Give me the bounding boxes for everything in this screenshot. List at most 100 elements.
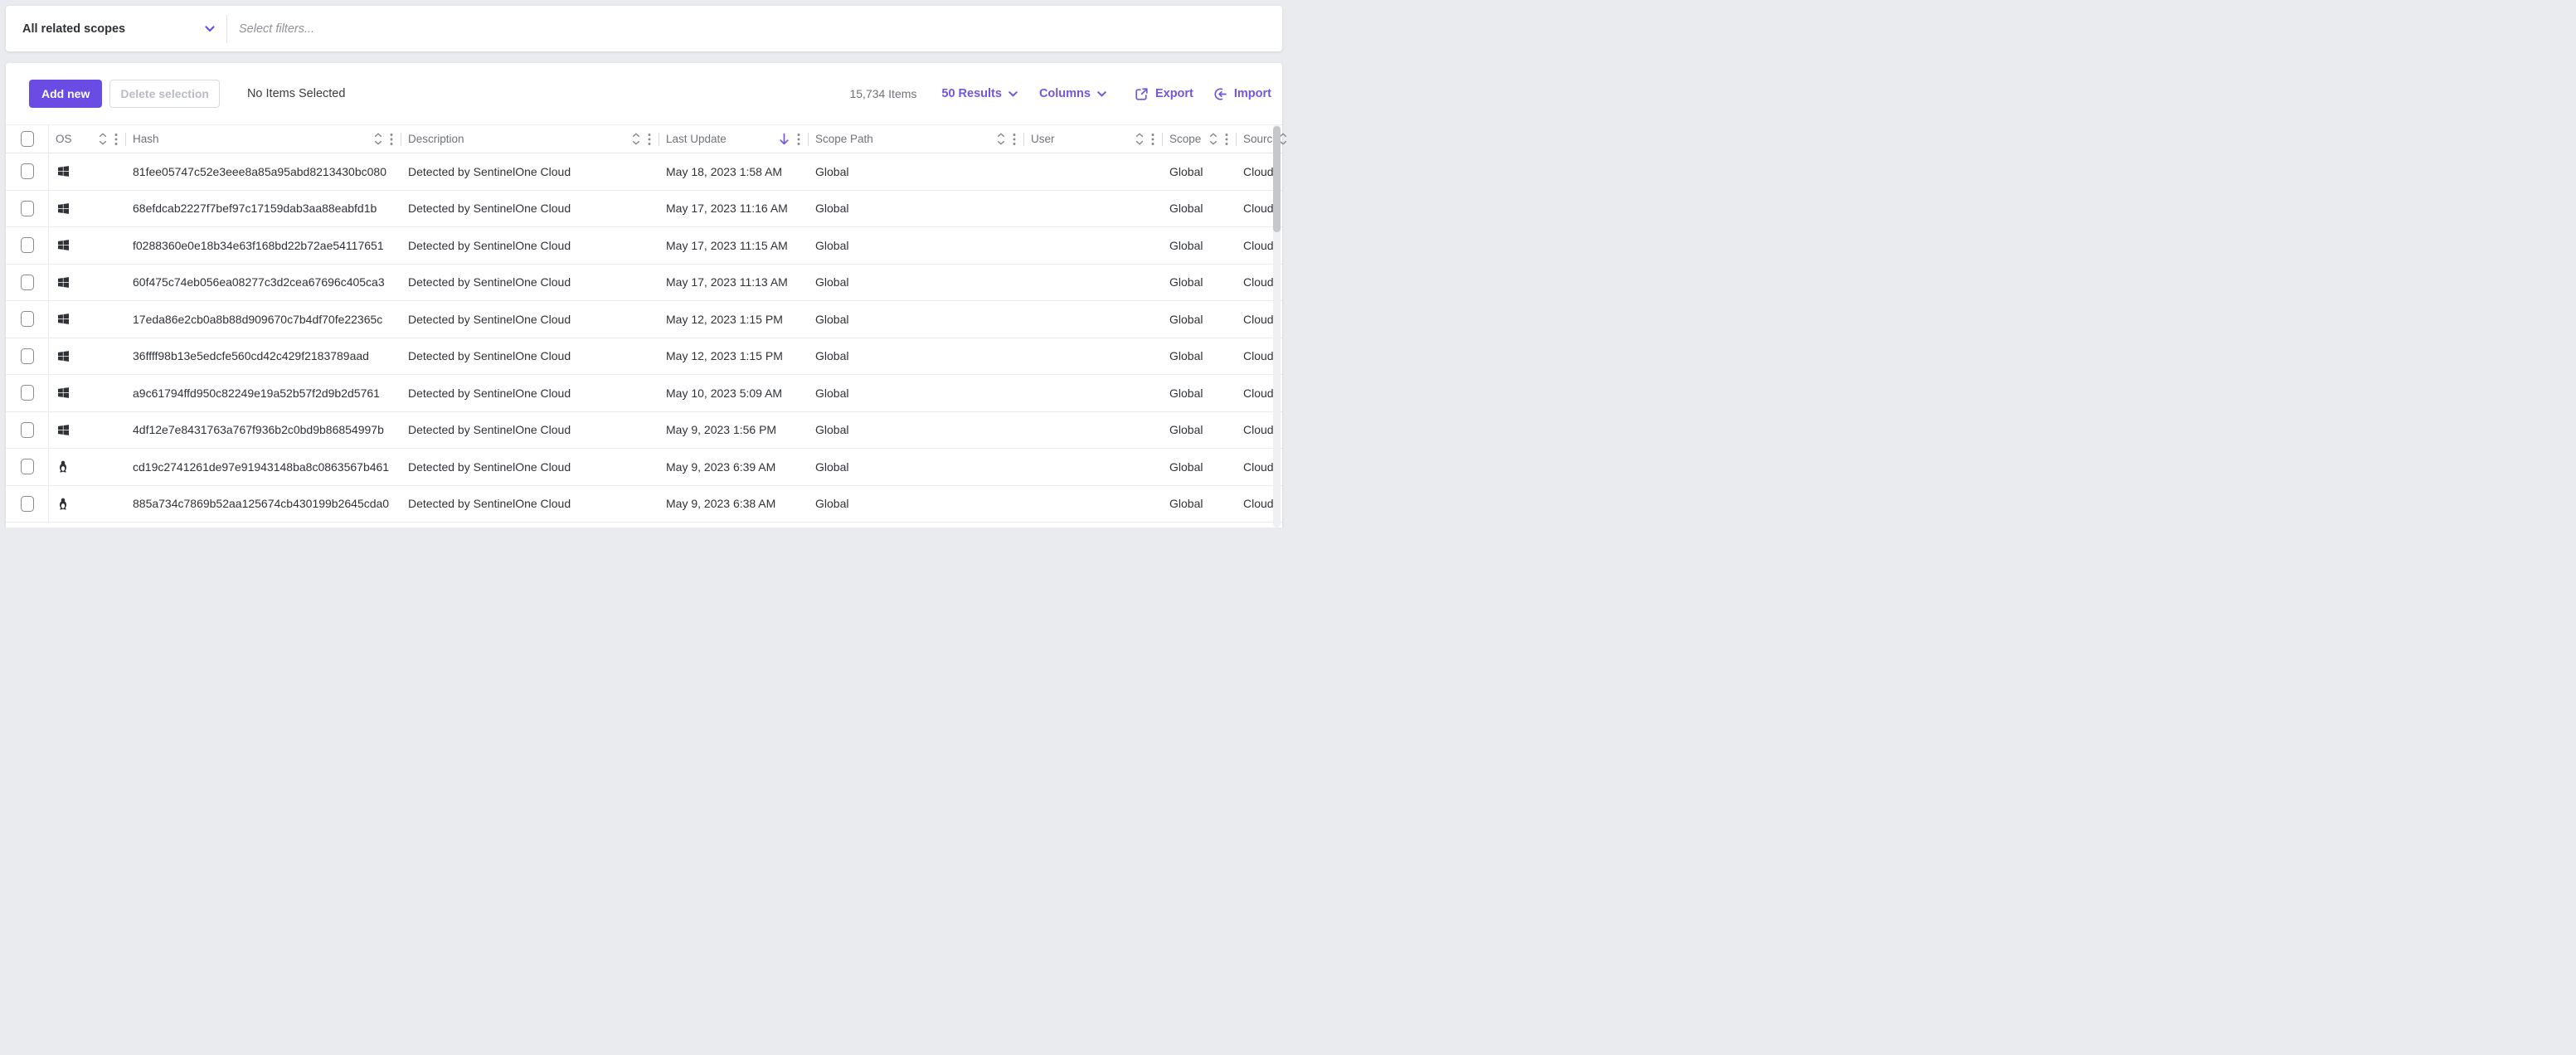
table-row[interactable]: a9c61794ffd950c82249e19a52b57f2d9b2d5761… <box>6 375 1282 412</box>
results-per-page-value: 50 Results <box>941 87 1002 100</box>
description-cell: Detected by SentinelOne Cloud <box>401 387 659 400</box>
column-menu-icon[interactable] <box>390 133 393 146</box>
row-checkbox-cell <box>6 486 49 523</box>
row-checkbox[interactable] <box>21 422 34 438</box>
row-checkbox[interactable] <box>21 459 34 474</box>
sort-icon[interactable] <box>632 133 640 145</box>
column-label: Scope Path <box>815 133 873 145</box>
export-button[interactable]: Export <box>1135 87 1193 101</box>
last-update-cell: May 12, 2023 1:15 PM <box>659 313 809 326</box>
row-checkbox[interactable] <box>21 385 34 401</box>
add-new-button[interactable]: Add new <box>29 80 102 108</box>
os-cell <box>49 425 126 435</box>
scrollbar-thumb[interactable] <box>1273 126 1281 232</box>
sort-desc-icon[interactable] <box>779 133 790 145</box>
column-menu-icon[interactable] <box>1151 133 1154 146</box>
delete-selection-button[interactable]: Delete selection <box>109 80 220 108</box>
row-checkbox-cell <box>6 449 49 485</box>
column-menu-icon[interactable] <box>648 133 651 146</box>
row-checkbox-cell <box>6 301 49 338</box>
column-header-last_update[interactable]: Last Update <box>659 125 809 153</box>
table-row[interactable]: 60f475c74eb056ea08277c3d2cea67696c405ca3… <box>6 265 1282 302</box>
select-all-cell <box>6 125 49 153</box>
column-header-user[interactable]: User <box>1024 125 1163 153</box>
table-row[interactable]: cd19c2741261de97e91943148ba8c0863567b461… <box>6 449 1282 486</box>
row-checkbox[interactable] <box>21 163 34 179</box>
export-icon <box>1135 87 1149 101</box>
scope-path-cell: Global <box>809 202 1024 215</box>
last-update-cell: May 18, 2023 1:58 AM <box>659 165 809 178</box>
table-row[interactable]: 885a734c7869b52aa125674cb430199b2645cda0… <box>6 486 1282 523</box>
vertical-scrollbar[interactable] <box>1273 124 1281 528</box>
scope-path-cell: Global <box>809 239 1024 252</box>
last-update-cell: May 9, 2023 1:56 PM <box>659 423 809 436</box>
column-label: Hash <box>133 133 159 145</box>
import-button[interactable]: Import <box>1213 87 1271 101</box>
column-header-hash[interactable]: Hash <box>126 125 401 153</box>
row-checkbox[interactable] <box>21 311 34 327</box>
column-label: User <box>1031 133 1055 145</box>
os-cell <box>49 277 126 288</box>
hash-cell: 68efdcab2227f7bef97c17159dab3aa88eabfd1b <box>126 202 401 215</box>
table-row[interactable]: 4df12e7e8431763a767f936b2c0bd9b86854997b… <box>6 412 1282 450</box>
sort-icon[interactable] <box>997 133 1005 145</box>
chevron-down-icon <box>205 26 215 32</box>
column-label: OS <box>56 133 72 145</box>
scope-cell: Global <box>1163 239 1237 252</box>
column-header-description[interactable]: Description <box>401 125 659 153</box>
column-header-scope_path[interactable]: Scope Path <box>809 125 1024 153</box>
selection-status: No Items Selected <box>247 87 345 100</box>
last-update-cell: May 17, 2023 11:13 AM <box>659 275 809 289</box>
description-cell: Detected by SentinelOne Cloud <box>401 275 659 289</box>
row-checkbox[interactable] <box>21 348 34 364</box>
column-header-os[interactable]: OS <box>49 125 126 153</box>
row-checkbox[interactable] <box>21 496 34 512</box>
scope-cell: Global <box>1163 349 1237 362</box>
results-per-page-selector[interactable]: 50 Results <box>941 87 1018 100</box>
column-header-scope[interactable]: Scope <box>1163 125 1237 153</box>
sort-icon[interactable] <box>1209 133 1218 145</box>
hash-cell: 81fee05747c52e3eee8a85a95abd8213430bc080 <box>126 165 401 178</box>
hash-cell: 17eda86e2cb0a8b88d909670c7b4df70fe22365c <box>126 313 401 326</box>
windows-icon <box>58 277 69 288</box>
row-checkbox[interactable] <box>21 275 34 290</box>
table-row[interactable]: 17eda86e2cb0a8b88d909670c7b4df70fe22365c… <box>6 301 1282 338</box>
row-checkbox[interactable] <box>21 201 34 216</box>
column-menu-icon[interactable] <box>1013 133 1016 146</box>
select-all-checkbox[interactable] <box>21 131 34 147</box>
import-icon <box>1213 87 1227 101</box>
os-cell <box>49 498 126 510</box>
os-cell <box>49 166 126 177</box>
scope-cell: Global <box>1163 387 1237 400</box>
windows-icon <box>58 314 69 324</box>
scope-selector[interactable]: All related scopes <box>6 6 226 51</box>
table-row[interactable]: f0288360e0e18b34e63f168bd22b72ae54117651… <box>6 227 1282 265</box>
description-cell: Detected by SentinelOne Cloud <box>401 239 659 252</box>
sort-icon[interactable] <box>99 133 107 145</box>
table-toolbar: Add new Delete selection No Items Select… <box>6 63 1282 124</box>
items-count: 15,734 Items <box>849 87 916 100</box>
scope-path-cell: Global <box>809 313 1024 326</box>
table-row[interactable]: 81fee05747c52e3eee8a85a95abd8213430bc080… <box>6 153 1282 191</box>
filters-input[interactable] <box>227 6 1282 51</box>
column-menu-icon[interactable] <box>1225 133 1228 146</box>
description-cell: Detected by SentinelOne Cloud <box>401 165 659 178</box>
scope-cell: Global <box>1163 275 1237 289</box>
table-row[interactable]: 68efdcab2227f7bef97c17159dab3aa88eabfd1b… <box>6 191 1282 228</box>
chevron-down-icon <box>1097 91 1106 97</box>
description-cell: Detected by SentinelOne Cloud <box>401 423 659 436</box>
sort-icon[interactable] <box>374 133 382 145</box>
scope-path-cell: Global <box>809 497 1024 510</box>
column-menu-icon[interactable] <box>797 133 800 146</box>
scope-path-cell: Global <box>809 460 1024 474</box>
row-checkbox[interactable] <box>21 237 34 253</box>
scope-path-cell: Global <box>809 165 1024 178</box>
description-cell: Detected by SentinelOne Cloud <box>401 349 659 362</box>
os-cell <box>49 240 126 250</box>
column-menu-icon[interactable] <box>114 133 118 146</box>
table-row[interactable]: 36ffff98b13e5edcfe560cd42c429f2183789aad… <box>6 338 1282 376</box>
columns-selector-label: Columns <box>1039 87 1091 100</box>
column-label: Scope <box>1169 133 1201 145</box>
sort-icon[interactable] <box>1135 133 1144 145</box>
columns-selector[interactable]: Columns <box>1039 87 1106 100</box>
